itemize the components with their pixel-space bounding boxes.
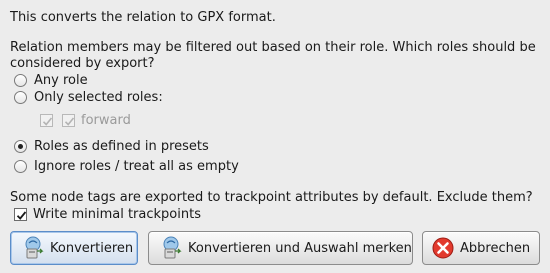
gpx-export-icon bbox=[158, 235, 184, 261]
radio-roles-presets-indicator[interactable] bbox=[14, 140, 27, 153]
radio-any-role-label: Any role bbox=[34, 73, 88, 88]
cancel-button-label: Abbrechen bbox=[460, 240, 531, 256]
role-forward-checkbox[interactable] bbox=[62, 114, 75, 127]
convert-button[interactable]: Konvertieren bbox=[10, 231, 138, 265]
write-minimal-label: Write minimal trackpoints bbox=[33, 207, 201, 222]
role-all-checkbox[interactable] bbox=[40, 114, 53, 127]
roles-question-line1: Relation members may be filtered out bas… bbox=[10, 40, 536, 55]
checkmark-icon bbox=[42, 117, 53, 126]
gpx-export-icon bbox=[20, 235, 46, 261]
radio-roles-presets-label: Roles as defined in presets bbox=[34, 139, 209, 154]
checkmark-icon bbox=[64, 117, 75, 126]
cancel-button[interactable]: Abbrechen bbox=[422, 231, 540, 265]
convert-remember-button-label: Konvertieren und Auswahl merken bbox=[188, 240, 412, 256]
radio-ignore-roles-indicator[interactable] bbox=[14, 160, 27, 173]
radio-roles-presets[interactable]: Roles as defined in presets bbox=[14, 139, 264, 155]
intro-text: This converts the relation to GPX format… bbox=[10, 10, 276, 25]
radio-only-selected-roles[interactable]: Only selected roles: bbox=[14, 90, 214, 106]
radio-any-role-indicator[interactable] bbox=[14, 74, 27, 87]
cancel-icon bbox=[430, 235, 456, 261]
radio-only-selected-indicator[interactable] bbox=[14, 91, 27, 104]
write-minimal-trackpoints[interactable]: Write minimal trackpoints bbox=[14, 207, 214, 223]
radio-only-selected-label: Only selected roles: bbox=[34, 90, 163, 105]
role-forward-label: forward bbox=[81, 113, 131, 128]
convert-button-label: Konvertieren bbox=[50, 240, 134, 256]
checkmark-icon bbox=[16, 211, 27, 220]
write-minimal-checkbox[interactable] bbox=[14, 208, 27, 221]
radio-any-role[interactable]: Any role bbox=[14, 73, 214, 89]
radio-ignore-roles-label: Ignore roles / treat all as empty bbox=[34, 159, 239, 174]
convert-remember-button[interactable]: Konvertieren und Auswahl merken bbox=[148, 231, 413, 265]
roles-question-line2: considered by export? bbox=[10, 56, 155, 71]
node-tags-question: Some node tags are exported to trackpoin… bbox=[10, 190, 533, 205]
radio-ignore-roles[interactable]: Ignore roles / treat all as empty bbox=[14, 159, 274, 175]
